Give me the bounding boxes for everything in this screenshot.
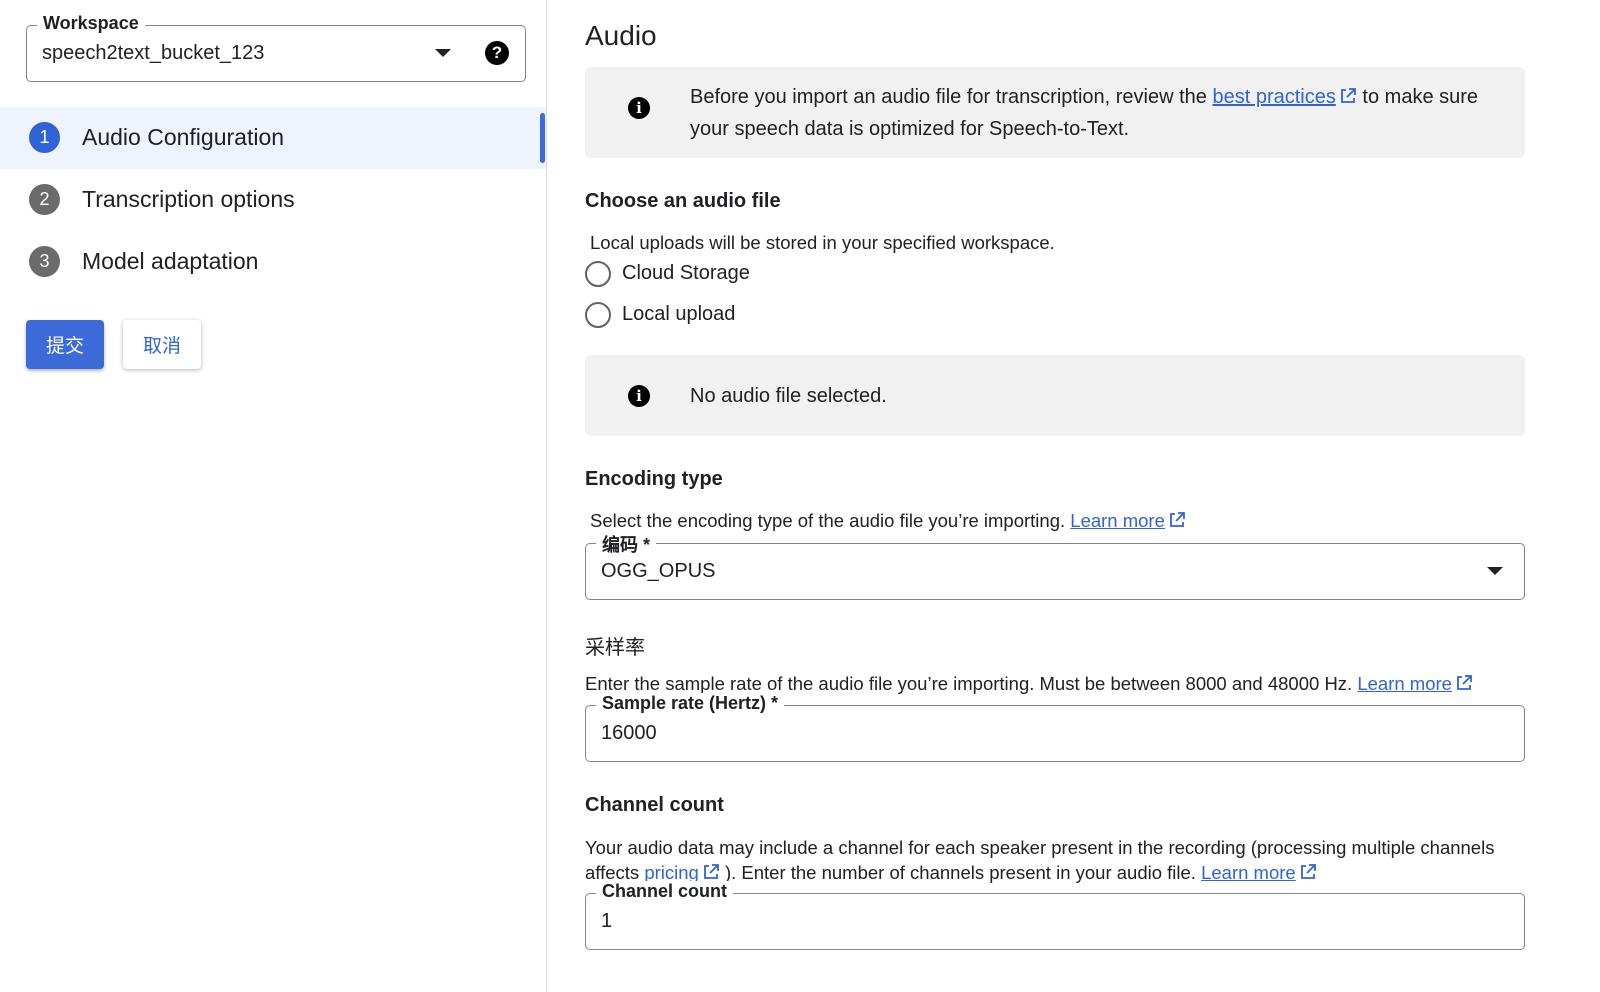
pricing-link[interactable]: pricing [644,862,699,883]
external-link-icon[interactable] [1299,863,1317,881]
workspace-label: Workspace [37,13,145,34]
step-label: Transcription options [82,186,295,212]
radio-button[interactable] [585,302,611,328]
external-link-icon[interactable] [1455,674,1473,692]
radio-button[interactable] [585,261,611,287]
audio-file-description: Local uploads will be stored in your spe… [590,232,1055,253]
channel-count-field[interactable]: Channel count [585,881,1525,950]
workspace-value: speech2text_bucket_123 [42,42,265,64]
radio-cloud-storage[interactable]: Cloud Storage [585,260,785,288]
encoding-description-text: Select the encoding type of the audio fi… [590,510,1071,531]
step-label: Model adaptation [82,248,259,274]
encoding-select[interactable]: 编码 * OGG_OPUS [585,531,1525,600]
sample-rate-field[interactable]: Sample rate (Hertz) * [585,693,1525,762]
channel-count-description: Your audio data may include a channel fo… [585,835,1494,885]
learn-more-link[interactable]: Learn more [1201,862,1296,883]
audio-file-status: No audio file selected. [690,385,887,407]
info-icon: i [628,385,650,407]
channel-count-field-label: Channel count [596,881,733,902]
best-practices-link[interactable]: best practices [1212,86,1335,108]
audio-file-status-box: i No audio file selected. [585,355,1525,436]
sample-rate-description: Enter the sample rate of the audio file … [585,673,1473,695]
page-title: Audio [585,20,657,51]
notice-text: Before you import an audio file for tran… [690,81,1478,145]
learn-more-link[interactable]: Learn more [1070,510,1165,531]
sample-rate-section-title: 采样率 [585,637,645,659]
external-link-icon[interactable] [1339,87,1357,105]
radio-local-upload[interactable]: Local upload [585,301,785,329]
encoding-description: Select the encoding type of the audio fi… [590,510,1186,532]
caret-down-icon[interactable] [1487,567,1503,575]
step-transcription-options[interactable]: 2 Transcription options [0,169,546,231]
sample-rate-field-label: Sample rate (Hertz) * [596,693,785,714]
wizard-sidebar: Workspace speech2text_bucket_123 ? 1 Aud… [0,0,547,992]
radio-label: Local upload [622,303,736,325]
sample-rate-input[interactable] [601,722,1481,745]
caret-down-icon[interactable] [435,49,451,57]
encoding-value: OGG_OPUS [601,560,716,582]
channel-count-section-title: Channel count [585,794,724,816]
help-icon[interactable]: ? [485,41,509,65]
encoding-section-title: Encoding type [585,468,723,490]
external-link-icon[interactable] [1168,511,1186,529]
step-number-badge: 1 [29,122,60,153]
channel-count-description-line1: Your audio data may include a channel fo… [585,837,1495,858]
notice-text-before: Before you import an audio file for tran… [690,86,1213,108]
submit-button[interactable]: 提交 [26,320,104,369]
step-model-adaptation[interactable]: 3 Model adaptation [0,231,546,293]
info-icon: i [628,97,650,119]
step-number-badge: 3 [29,246,60,277]
best-practices-notice: i Before you import an audio file for tr… [585,67,1525,158]
cancel-button[interactable]: 取消 [123,320,201,369]
external-link-icon[interactable] [702,863,720,881]
step-label: Audio Configuration [82,124,285,150]
learn-more-link[interactable]: Learn more [1357,673,1452,694]
audio-config-panel: Audio i Before you import an audio file … [585,0,1525,992]
audio-file-section-title: Choose an audio file [585,190,781,212]
encoding-field-label: 编码 * [596,531,657,557]
channel-count-description-mid: ). Enter the number of channels present … [719,862,1202,883]
workspace-select[interactable]: Workspace speech2text_bucket_123 ? [26,13,526,82]
notice-text-line2: your speech data is optimized for Speech… [690,118,1130,140]
channel-count-input[interactable] [601,910,1481,933]
channel-count-description-pre: affects [585,862,645,883]
step-audio-configuration[interactable]: 1 Audio Configuration [0,107,546,169]
radio-label: Cloud Storage [622,262,750,284]
notice-text-after: to make sure [1356,86,1479,108]
sample-rate-description-text: Enter the sample rate of the audio file … [585,673,1358,694]
step-number-badge: 2 [29,184,60,215]
